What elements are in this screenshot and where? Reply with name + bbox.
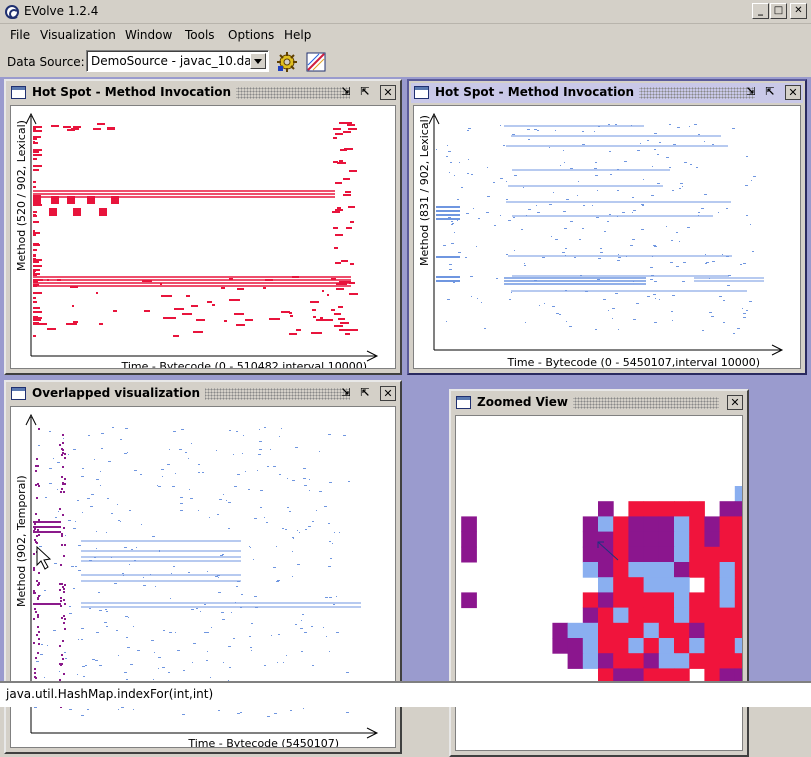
y-axis-label: Method (902, Temporal) (15, 475, 28, 607)
menu-help[interactable]: Help (282, 27, 313, 43)
close-icon[interactable]: ✕ (380, 386, 396, 401)
zoomed-cells (461, 486, 742, 685)
window-icon (11, 387, 26, 400)
minimize-icon[interactable]: ⇲ (338, 85, 354, 100)
visualize-chart-icon[interactable] (305, 51, 327, 73)
y-axis-label: Method (831 / 902, Lexical) (418, 115, 431, 266)
hotspot-panel-2[interactable]: Hot Spot - Method Invocation ⇲ ⇱ ✕ Time … (407, 79, 807, 375)
window-icon (11, 86, 26, 99)
status-bar: java.util.HashMap.indexFor(int,int) (0, 681, 811, 707)
panel-titlebar[interactable]: Overlapped visualization ⇲ ⇱ ✕ (8, 384, 398, 404)
panel-titlebar[interactable]: Hot Spot - Method Invocation ⇲ ⇱ ✕ (411, 83, 803, 103)
menu-tools[interactable]: Tools (183, 27, 217, 43)
window-titlebar: EVolve 1.2.4 _ □ ✕ (0, 0, 811, 24)
panel-title: Hot Spot - Method Invocation (433, 85, 640, 99)
menu-bar: File Visualization Window Tools Options … (0, 25, 811, 47)
maximize-icon[interactable]: ⇱ (762, 85, 778, 100)
status-text: java.util.HashMap.indexFor(int,int) (6, 687, 214, 701)
close-icon[interactable]: ✕ (727, 395, 743, 410)
hotspot-plot-1[interactable]: Time - Bytecode (0 - 510482,interval 100… (11, 106, 396, 369)
y-axis-label: Method (520 / 902, Lexical) (15, 120, 28, 271)
window-icon (456, 396, 471, 409)
maximize-button[interactable]: □ (770, 3, 787, 19)
hotspot-plot-2[interactable]: Time - Bytecode (0 - 5450107,interval 10… (414, 106, 801, 369)
menu-visualization[interactable]: Visualization (38, 27, 118, 43)
toolbar: Data Source: DemoSource - javac_10.dat (0, 48, 811, 76)
panel-titlebar[interactable]: Zoomed View ✕ (453, 393, 745, 413)
plot-marks (33, 122, 358, 337)
data-source-label: Data Source: (7, 55, 85, 69)
minimize-icon[interactable]: ⇲ (743, 85, 759, 100)
panel-titlebar[interactable]: Hot Spot - Method Invocation ⇲ ⇱ ✕ (8, 83, 398, 103)
menu-options[interactable]: Options (226, 27, 276, 43)
menu-window[interactable]: Window (123, 27, 174, 43)
settings-gear-icon[interactable] (276, 51, 298, 73)
hotspot-panel-1[interactable]: Hot Spot - Method Invocation ⇲ ⇱ ✕ Time … (4, 79, 402, 375)
close-icon[interactable]: ✕ (380, 85, 396, 100)
minimize-button[interactable]: _ (752, 3, 769, 19)
maximize-icon[interactable]: ⇱ (357, 85, 373, 100)
chevron-down-icon[interactable] (250, 53, 266, 69)
x-axis-label: Time - Bytecode (0 - 510482,interval 100… (120, 360, 367, 369)
window-title: EVolve 1.2.4 (24, 4, 99, 18)
panel-title: Hot Spot - Method Invocation (30, 85, 237, 99)
x-axis-label: Time - Bytecode (5450107) (187, 737, 339, 748)
close-button[interactable]: ✕ (790, 3, 807, 19)
data-source-select[interactable]: DemoSource - javac_10.dat (86, 50, 269, 72)
close-icon[interactable]: ✕ (785, 85, 801, 100)
app-logo-icon (5, 5, 19, 19)
menu-file[interactable]: File (8, 27, 32, 43)
panel-title: Overlapped visualization (30, 386, 206, 400)
mdi-desktop: Hot Spot - Method Invocation ⇲ ⇱ ✕ Time … (0, 77, 811, 757)
panel-title: Zoomed View (475, 395, 574, 409)
x-axis-label: Time - Bytecode (0 - 5450107,interval 10… (506, 356, 760, 369)
plot-area[interactable]: Time - Bytecode (0 - 510482,interval 100… (10, 105, 396, 369)
plot-marks (436, 124, 764, 334)
plot-area[interactable]: Time - Bytecode (0 - 5450107,interval 10… (413, 105, 801, 369)
plot-marks (33, 427, 361, 717)
mouse-cursor-icon (36, 545, 52, 570)
window-icon (414, 86, 429, 99)
maximize-icon[interactable]: ⇱ (357, 386, 373, 401)
data-source-value: DemoSource - javac_10.dat (91, 54, 257, 68)
minimize-icon[interactable]: ⇲ (338, 386, 354, 401)
